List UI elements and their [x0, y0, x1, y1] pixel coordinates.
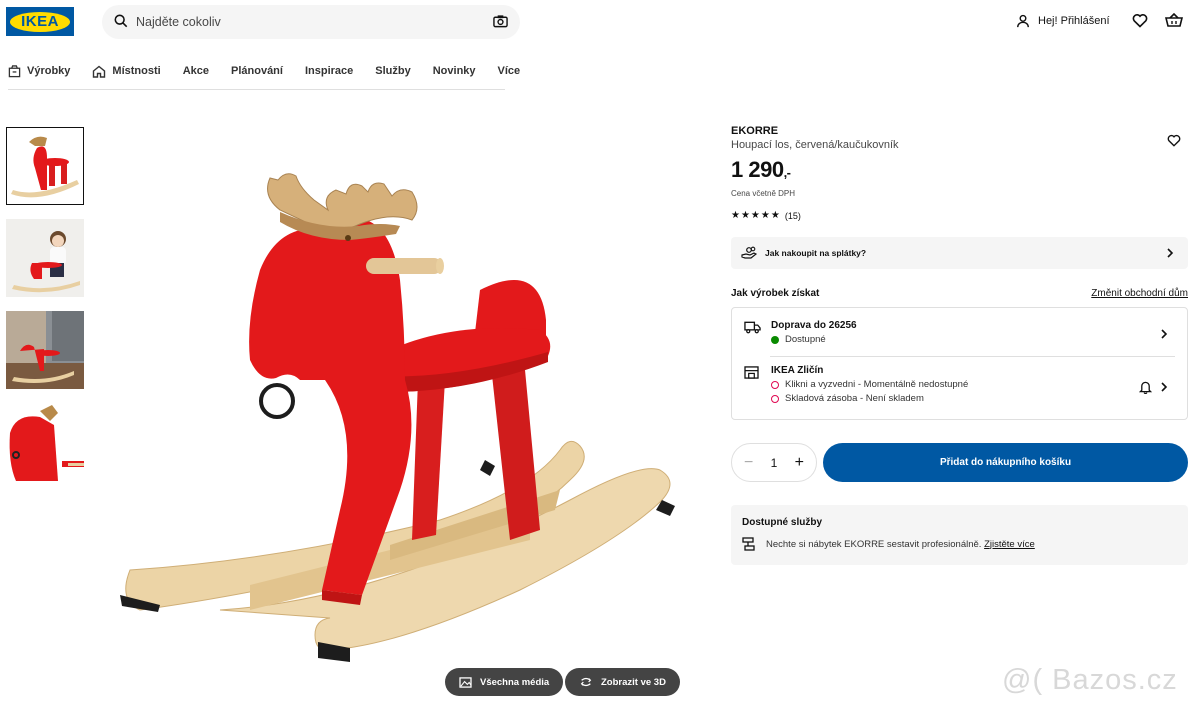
thumbnail-list: [6, 127, 85, 495]
fulfilment-options: Doprava do 26256 Dostupné IKEA Zličín Kl…: [731, 307, 1188, 420]
nav-label: Inspirace: [304, 65, 354, 77]
unavailable-dot-icon: [771, 380, 779, 389]
installment-banner[interactable]: Jak nakoupit na splátky?: [731, 237, 1188, 269]
bell-icon[interactable]: [1139, 380, 1152, 394]
nav-label: Služby: [375, 65, 411, 77]
chevron-right-icon: [1161, 382, 1168, 392]
favourite-heart-icon[interactable]: [1167, 134, 1181, 147]
services-panel: Dostupné služby Nechte si nábytek EKORRE…: [731, 505, 1188, 565]
nav-label: Více: [497, 65, 521, 77]
nav-item-akce[interactable]: Akce: [183, 62, 209, 80]
assembly-tool-icon: [742, 537, 755, 551]
chevron-right-icon: [1161, 329, 1168, 339]
box-icon: [8, 64, 21, 77]
product-brand: EKORRE: [731, 125, 779, 137]
assembly-service: Nechte si nábytek EKORRE sestavit profes…: [742, 537, 1177, 551]
nav-label: Výrobky: [27, 65, 71, 77]
rating-count: (15): [784, 210, 801, 221]
thumbnail-4[interactable]: [6, 403, 84, 481]
nav-label: Plánování: [231, 65, 283, 77]
site-header: IKEA Hej! Přihlášení: [0, 0, 1200, 44]
price-suffix: ,-: [783, 165, 791, 180]
user-icon: [1017, 14, 1029, 28]
view-3d-label: Zobrazit ve 3D: [601, 676, 666, 688]
unavailable-dot-icon: [771, 394, 779, 403]
delivery-status: Dostupné: [785, 334, 826, 345]
installment-label: Jak nakoupit na splátky?: [765, 248, 867, 258]
chevron-right-icon: [1167, 248, 1174, 258]
child-on-moose-image: [6, 219, 84, 297]
delivery-status-line: Dostupné: [771, 334, 1174, 345]
fulfilment-heading: Jak výrobek získat Změnit obchodní dům: [731, 288, 1188, 299]
truck-icon: [744, 321, 761, 334]
increase-quantity-button[interactable]: +: [795, 454, 804, 472]
available-dot-icon: [771, 335, 779, 344]
nav-item-planovani[interactable]: Plánování: [231, 62, 283, 80]
room-scene-image: [6, 311, 84, 389]
logo-text: IKEA: [21, 13, 59, 30]
quantity-stepper[interactable]: − 1 +: [731, 443, 817, 482]
store-line-2: Skladová zásoba - Není skladem: [785, 393, 924, 404]
main-nav: Výrobky Místnosti Akce Plánování Inspira…: [8, 62, 520, 90]
vat-note: Cena včetně DPH: [731, 189, 796, 198]
services-more-link[interactable]: Zjistěte více: [984, 539, 1035, 550]
nav-label: Místnosti: [112, 65, 161, 77]
bazos-watermark: @( Bazos.cz: [1002, 664, 1178, 696]
search-bar[interactable]: [102, 5, 520, 39]
main-product-image: [120, 173, 675, 662]
cart-icon[interactable]: [1165, 13, 1183, 28]
rotate-3d-icon: [580, 677, 592, 687]
product-description: Houpací los, červená/kaučukovník: [731, 139, 899, 151]
option-divider: [770, 356, 1175, 357]
add-to-cart-button[interactable]: Přidat do nákupního košíku: [823, 443, 1188, 482]
nav-item-sluzby[interactable]: Služby: [375, 62, 410, 80]
product-price: 1 290,-: [731, 157, 1188, 183]
product-info: EKORRE Houpací los, červená/kaučukovník …: [731, 125, 1188, 221]
heart-icon[interactable]: [1132, 13, 1148, 28]
nav-label: Novinky: [432, 65, 476, 77]
delivery-title: Doprava do 26256: [771, 320, 857, 331]
ikea-logo[interactable]: IKEA: [6, 7, 74, 36]
camera-icon[interactable]: [493, 14, 508, 28]
login-label: Hej! Přihlášení: [1038, 15, 1110, 27]
store-option[interactable]: IKEA Zličín Klikni a vyzvedni - Momentál…: [744, 365, 1174, 404]
star-rating-icon: ★★★★★: [731, 210, 781, 221]
store-line-1: Klikni a vyzvedni - Momentálně nedostupn…: [785, 379, 969, 390]
house-icon: [93, 65, 106, 78]
product-rating[interactable]: ★★★★★ (15): [731, 210, 1188, 221]
store-title: IKEA Zličín: [771, 365, 824, 376]
gallery-icon: [459, 676, 472, 688]
search-icon: [114, 14, 128, 28]
change-store-link[interactable]: Změnit obchodní dům: [1091, 288, 1188, 299]
services-text: Nechte si nábytek EKORRE sestavit profes…: [766, 538, 982, 550]
store-icon: [744, 366, 759, 379]
moose-head-detail-image: [9, 405, 84, 481]
all-media-button[interactable]: Všechna média: [445, 668, 564, 696]
thumbnail-1[interactable]: [6, 127, 84, 205]
services-heading: Dostupné služby: [742, 517, 823, 528]
nav-label: Akce: [182, 65, 209, 77]
hand-coins-icon: [741, 246, 757, 259]
decrease-quantity-button[interactable]: −: [744, 454, 753, 472]
store-click-collect-line: Klikni a vyzvedni - Momentálně nedostupn…: [771, 379, 1174, 390]
moose-thumbnail-image: [11, 136, 79, 198]
fulfilment-heading-text: Jak výrobek získat: [731, 288, 820, 299]
thumbnail-3[interactable]: [6, 311, 84, 389]
nav-item-inspirace[interactable]: Inspirace: [305, 62, 353, 80]
all-media-label: Všechna média: [480, 676, 550, 688]
nav-item-vice[interactable]: Více: [498, 62, 521, 80]
quantity-value[interactable]: 1: [771, 456, 778, 470]
price-value: 1 290: [731, 157, 784, 182]
delivery-option[interactable]: Doprava do 26256 Dostupné: [744, 320, 1174, 345]
login-link[interactable]: Hej! Přihlášení: [1016, 14, 1110, 28]
nav-item-mistnosti[interactable]: Místnosti: [92, 62, 161, 80]
nav-item-vyrobky[interactable]: Výrobky: [8, 62, 70, 80]
thumbnail-2[interactable]: [6, 219, 84, 297]
store-stock-line: Skladová zásoba - Není skladem: [771, 393, 1174, 404]
nav-item-novinky[interactable]: Novinky: [433, 62, 476, 80]
view-3d-button[interactable]: Zobrazit ve 3D: [565, 668, 680, 696]
search-input[interactable]: [136, 13, 476, 31]
